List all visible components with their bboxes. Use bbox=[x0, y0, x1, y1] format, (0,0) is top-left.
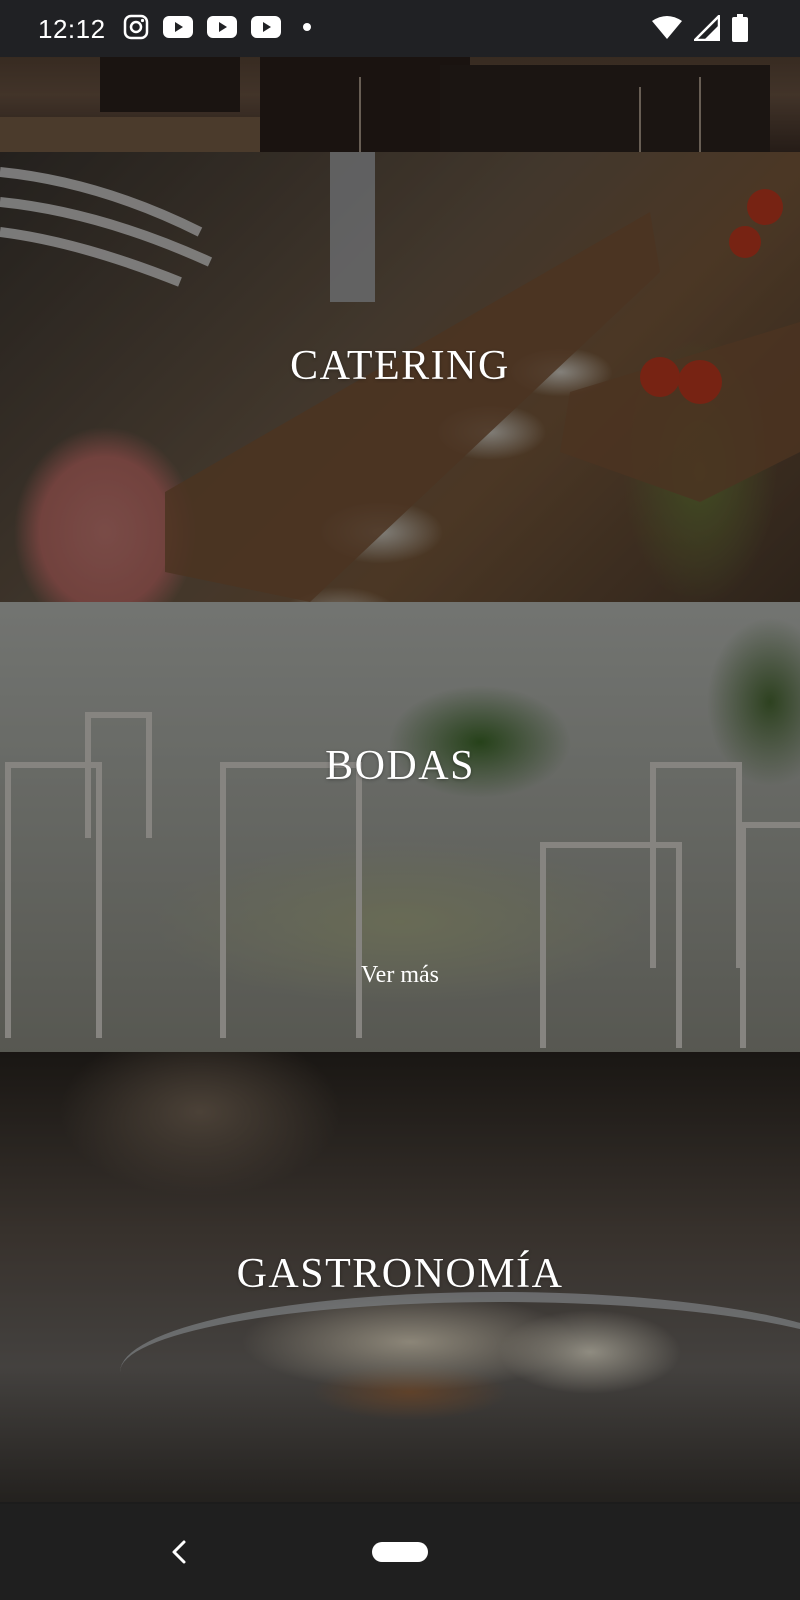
home-pill[interactable] bbox=[372, 1542, 428, 1562]
gastronomia-title: GASTRONOMÍA bbox=[236, 1251, 564, 1297]
status-time: 12:12 bbox=[38, 14, 106, 44]
battery-icon bbox=[732, 14, 748, 42]
youtube-icon bbox=[207, 16, 237, 38]
image-overlay bbox=[0, 57, 800, 152]
youtube-icon bbox=[163, 16, 193, 38]
navigation-bar bbox=[0, 1504, 800, 1600]
back-icon[interactable] bbox=[160, 1532, 200, 1572]
dot-icon bbox=[303, 23, 311, 31]
bodas-section[interactable]: BODAS Ver más bbox=[0, 602, 800, 1052]
status-bar: 12:12 bbox=[0, 0, 800, 57]
gastronomia-section[interactable]: GASTRONOMÍA bbox=[0, 1052, 800, 1502]
youtube-icon bbox=[251, 16, 281, 38]
cell-signal-icon bbox=[694, 15, 720, 41]
bodas-title: BODAS bbox=[325, 743, 475, 789]
notification-icons bbox=[123, 14, 311, 40]
catering-section[interactable]: CATERING bbox=[0, 152, 800, 602]
wifi-icon bbox=[652, 16, 682, 39]
venue-section-partial[interactable] bbox=[0, 57, 800, 152]
instagram-icon bbox=[123, 14, 149, 40]
ver-mas-link[interactable]: Ver más bbox=[0, 962, 800, 989]
system-icons bbox=[652, 14, 748, 42]
catering-title: CATERING bbox=[290, 343, 510, 389]
